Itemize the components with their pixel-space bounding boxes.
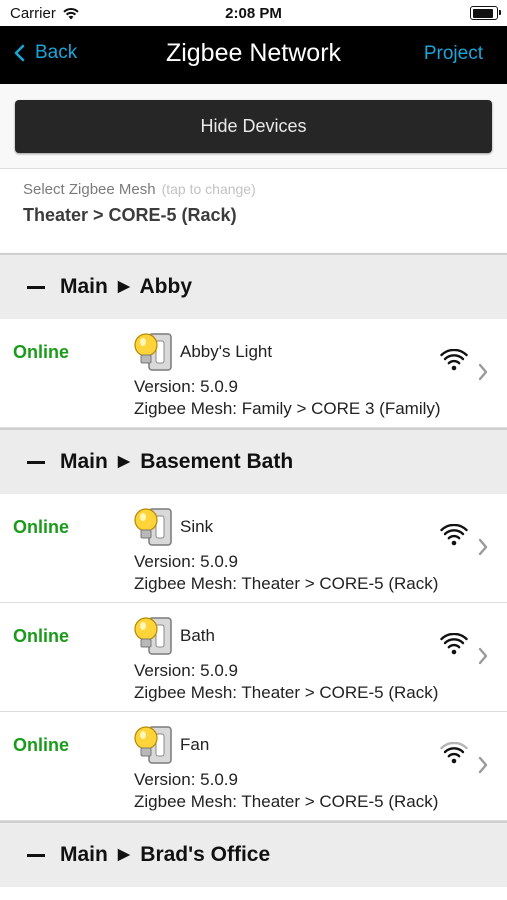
- device-version: Version: 5.0.9: [134, 770, 238, 789]
- device-status: Online: [13, 735, 70, 755]
- device-version: Version: 5.0.9: [134, 552, 238, 571]
- signal-strength-icon: [440, 349, 468, 371]
- device-status: Online: [13, 517, 70, 537]
- back-chevron-icon: [14, 44, 25, 62]
- device-row[interactable]: Online Fan Version: 5.0.9 Zigbee Mesh: T…: [0, 712, 507, 821]
- device-row[interactable]: Online Sink Version: 5.0.9 Zigbee Mesh: …: [0, 494, 507, 603]
- status-bar: Carrier 2:08 PM: [0, 0, 507, 26]
- project-button[interactable]: Project: [424, 43, 483, 65]
- device-mesh: Zigbee Mesh: Theater > CORE-5 (Rack): [134, 683, 439, 702]
- device-version: Version: 5.0.9: [134, 377, 238, 396]
- group-title: Main ► Basement Bath: [60, 450, 294, 473]
- bulb-switch-icon: [134, 333, 172, 371]
- clock: 2:08 PM: [225, 5, 282, 22]
- device-row[interactable]: Online Abby's Light Version: 5.0.9 Zigbe…: [0, 319, 507, 428]
- bulb-switch-icon: [134, 617, 172, 655]
- signal-strength-icon: [440, 524, 468, 546]
- disclosure-chevron-icon: [478, 363, 488, 381]
- device-mesh: Zigbee Mesh: Family > CORE 3 (Family): [134, 399, 441, 418]
- disclosure-chevron-icon: [478, 538, 488, 556]
- device-name: Bath: [180, 626, 215, 645]
- mesh-hint: (tap to change): [161, 181, 256, 197]
- signal-strength-icon: [440, 633, 468, 655]
- back-label: Back: [35, 42, 78, 63]
- bulb-switch-icon: [134, 508, 172, 546]
- device-version: Version: 5.0.9: [134, 661, 238, 680]
- minus-icon: [27, 460, 45, 464]
- device-status: Online: [13, 626, 70, 646]
- mesh-selected-value: Theater > CORE-5 (Rack): [23, 205, 237, 225]
- device-mesh: Zigbee Mesh: Theater > CORE-5 (Rack): [134, 574, 439, 593]
- navigation-bar: Back Zigbee Network Project: [0, 26, 507, 84]
- group-title: Main ► Brad's Office: [60, 843, 271, 866]
- disclosure-chevron-icon: [478, 756, 488, 774]
- mesh-selector-label: Select Zigbee Mesh (tap to change): [23, 181, 256, 198]
- disclosure-chevron-icon: [478, 647, 488, 665]
- device-name: Abby's Light: [180, 342, 273, 361]
- device-row[interactable]: Online Bath Version: 5.0.9 Zigbee Mesh: …: [0, 603, 507, 712]
- list-continuation: [0, 887, 507, 900]
- device-status: Online: [13, 342, 70, 362]
- mesh-label-text: Select Zigbee Mesh: [23, 181, 156, 198]
- hide-devices-button[interactable]: Hide Devices: [15, 100, 492, 153]
- battery-icon: [470, 6, 501, 20]
- signal-strength-icon: [440, 742, 468, 764]
- device-mesh: Zigbee Mesh: Theater > CORE-5 (Rack): [134, 792, 439, 811]
- group-header-brads-office[interactable]: Main ► Brad's Office: [0, 821, 507, 887]
- bulb-switch-icon: [134, 726, 172, 764]
- group-title: Main ► Abby: [60, 275, 193, 298]
- device-name: Sink: [180, 517, 214, 536]
- mesh-selector[interactable]: Select Zigbee Mesh (tap to change) Theate…: [0, 168, 507, 252]
- back-button[interactable]: Back: [14, 42, 77, 64]
- device-name: Fan: [180, 735, 210, 754]
- group-header-basement-bath[interactable]: Main ► Basement Bath: [0, 428, 507, 494]
- minus-icon: [27, 285, 45, 289]
- actions-area: Hide Devices: [0, 84, 507, 168]
- group-header-abby[interactable]: Main ► Abby: [0, 253, 507, 319]
- minus-icon: [27, 853, 45, 857]
